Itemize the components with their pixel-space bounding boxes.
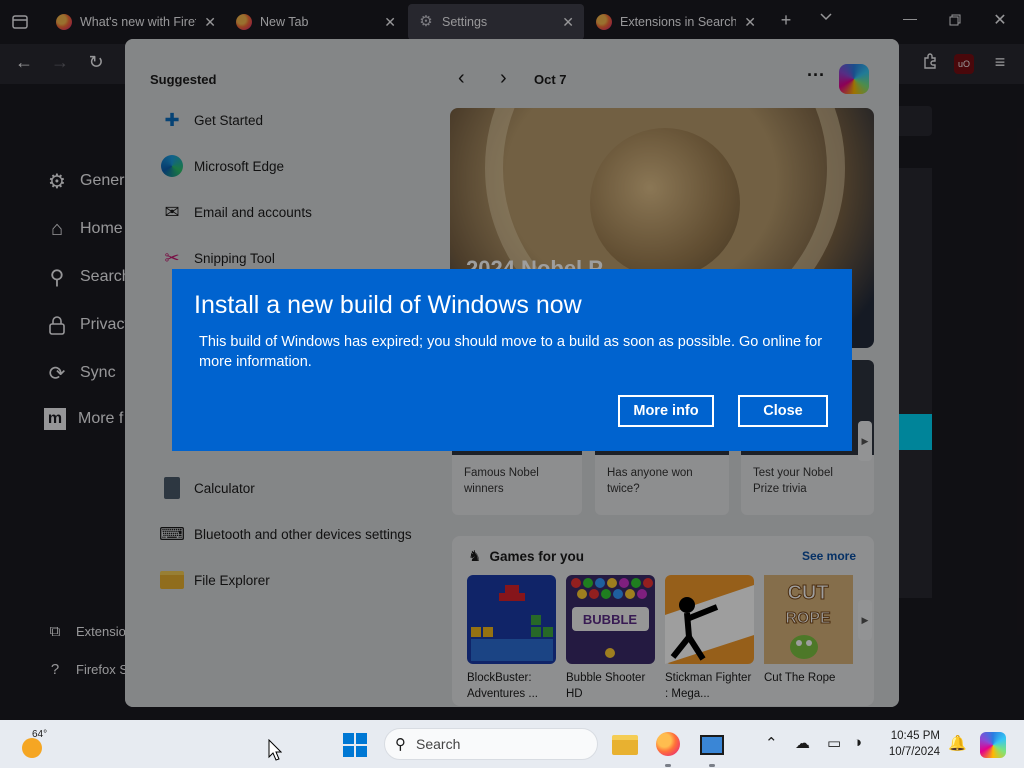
mouse-cursor-icon [268, 738, 283, 767]
display-icon[interactable]: ▭ [827, 734, 841, 752]
windows-start-icon[interactable] [343, 733, 367, 757]
weather-temperature: 64° [32, 729, 48, 740]
system-clock[interactable]: 10:45 PM 10/7/2024 [880, 728, 940, 760]
build-expired-dialog: Install a new build of Windows now This … [172, 269, 852, 451]
windows-taskbar: 64° ⚲ Search ⌃ ☁ ▭ ◑ 10:45 PM 10/7/2024 … [0, 720, 1024, 768]
more-info-button[interactable]: More info [618, 395, 714, 427]
sun-icon [22, 738, 42, 758]
running-indicator [665, 764, 671, 767]
taskbar-search-box[interactable]: ⚲ Search [384, 728, 598, 760]
weather-widget[interactable]: 64° [18, 728, 48, 758]
dialog-title: Install a new build of Windows now [194, 291, 582, 319]
speaker-icon[interactable]: ◑ [853, 734, 862, 751]
firefox-taskbar-icon[interactable] [656, 732, 682, 758]
notification-bell-icon[interactable]: 🔔 [948, 734, 967, 752]
copilot-taskbar-icon[interactable] [980, 732, 1006, 758]
clock-date: 10/7/2024 [888, 746, 940, 758]
clock-time: 10:45 PM [890, 730, 940, 742]
search-icon: ⚲ [395, 736, 406, 753]
search-placeholder: Search [416, 736, 461, 752]
dialog-message: This build of Windows has expired; you s… [199, 334, 823, 370]
running-indicator [709, 764, 715, 767]
network-offline-icon[interactable]: ☁ [795, 734, 810, 752]
file-explorer-icon[interactable] [612, 732, 638, 758]
chevron-up-icon[interactable]: ⌃ [765, 734, 778, 752]
settings-app-taskbar-icon[interactable] [700, 732, 726, 758]
close-button[interactable]: Close [738, 395, 828, 427]
